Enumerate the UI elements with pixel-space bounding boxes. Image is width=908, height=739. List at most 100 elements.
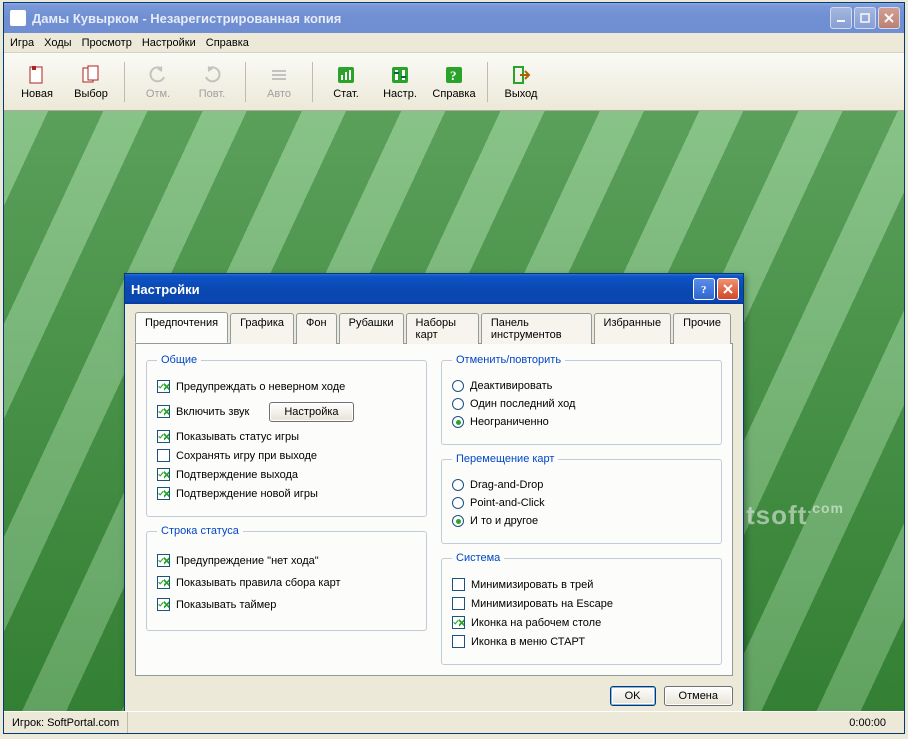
toolbar-separator <box>245 62 246 102</box>
toolbar-settings-button[interactable]: Настр. <box>375 59 425 105</box>
close-button[interactable] <box>878 7 900 29</box>
check-option-with-button: Включить звук Настройка <box>157 399 416 424</box>
toolbar-help-button[interactable]: ?Справка <box>429 59 479 105</box>
tab-strip: ПредпочтенияГрафикаФонРубашкиНаборы карт… <box>135 313 733 344</box>
radio-option[interactable]: Деактивировать <box>452 380 711 392</box>
check-option[interactable]: Показывать правила сбора карт <box>157 576 416 589</box>
check-option[interactable]: Подтверждение выхода <box>157 468 416 481</box>
sound-settings-button[interactable]: Настройка <box>269 402 353 422</box>
radio[interactable] <box>452 497 464 509</box>
checkbox[interactable] <box>157 554 170 567</box>
check-option[interactable]: Иконка на рабочем столе <box>452 616 711 629</box>
settings-dialog: Настройки ? ПредпочтенияГрафикаФонРубашк… <box>124 273 744 711</box>
ok-button[interactable]: OK <box>610 686 656 706</box>
toolbar-label: Справка <box>432 88 475 100</box>
dialog-help-button[interactable]: ? <box>693 278 715 300</box>
option-label: Сохранять игру при выходе <box>176 450 317 462</box>
checkbox[interactable] <box>452 635 465 648</box>
dialog-close-button[interactable] <box>717 278 739 300</box>
tab-4[interactable]: Наборы карт <box>406 313 479 344</box>
checkbox[interactable] <box>157 576 170 589</box>
check-option[interactable]: Минимизировать в трей <box>452 578 711 591</box>
radio[interactable] <box>452 380 464 392</box>
checkbox[interactable] <box>157 405 170 418</box>
radio-option[interactable]: Drag-and-Drop <box>452 479 711 491</box>
check-option[interactable]: Предупреждать о неверном ходе <box>157 380 416 393</box>
menu-help[interactable]: Справка <box>206 37 249 49</box>
tab-6[interactable]: Избранные <box>594 313 672 344</box>
check-option[interactable]: Предупреждение "нет хода" <box>157 554 416 567</box>
checkbox[interactable] <box>157 468 170 481</box>
radio-option[interactable]: Один последний ход <box>452 398 711 410</box>
toolbar-choose-button[interactable]: Выбор <box>66 59 116 105</box>
option-label: Подтверждение новой игры <box>176 488 318 500</box>
radio-option[interactable]: Point-and-Click <box>452 497 711 509</box>
group-cardmove-legend: Перемещение карт <box>452 453 558 465</box>
checkbox[interactable] <box>157 487 170 500</box>
option-label: Минимизировать в трей <box>471 579 593 591</box>
radio-option[interactable]: Неограниченно <box>452 416 711 428</box>
toolbar-new-game-button[interactable]: Новая <box>12 59 62 105</box>
option-label: Показывать таймер <box>176 599 276 611</box>
option-label: Drag-and-Drop <box>470 479 543 491</box>
toolbar-separator <box>124 62 125 102</box>
dialog-footer: OK Отмена <box>135 686 733 706</box>
option-label: Иконка в меню СТАРТ <box>471 636 585 648</box>
tab-3[interactable]: Рубашки <box>339 313 404 344</box>
check-option[interactable]: Подтверждение новой игры <box>157 487 416 500</box>
main-titlebar[interactable]: Дамы Кувырком - Незарегистрированная коп… <box>4 3 904 33</box>
tab-0[interactable]: Предпочтения <box>135 312 228 343</box>
preferences-left-col: Общие Предупреждать о неверном ходе Включ… <box>146 354 427 665</box>
toolbar-exit-button[interactable]: Выход <box>496 59 546 105</box>
check-option[interactable]: Иконка в меню СТАРТ <box>452 635 711 648</box>
menu-game[interactable]: Игра <box>10 37 34 49</box>
radio[interactable] <box>452 479 464 491</box>
menu-settings[interactable]: Настройки <box>142 37 196 49</box>
check-option[interactable]: Включить звук <box>157 405 249 418</box>
check-option[interactable]: Минимизировать на Escape <box>452 597 711 610</box>
radio[interactable] <box>452 398 464 410</box>
option-label: Point-and-Click <box>470 497 545 509</box>
tab-2[interactable]: Фон <box>296 313 337 344</box>
group-undo-legend: Отменить/повторить <box>452 354 565 366</box>
check-option[interactable]: Показывать статус игры <box>157 430 416 443</box>
cancel-button[interactable]: Отмена <box>664 686 733 706</box>
check-option[interactable]: Показывать таймер <box>157 598 416 611</box>
radio[interactable] <box>452 416 464 428</box>
toolbar-label: Новая <box>21 88 53 100</box>
tab-1[interactable]: Графика <box>230 313 294 344</box>
minimize-button[interactable] <box>830 7 852 29</box>
tab-7[interactable]: Прочие <box>673 313 731 344</box>
group-undo: Отменить/повторить Деактивировать Один по… <box>441 354 722 445</box>
toolbar-label: Авто <box>267 88 291 100</box>
toolbar-label: Выход <box>505 88 538 100</box>
checkbox[interactable] <box>157 598 170 611</box>
toolbar-auto-button: Авто <box>254 59 304 105</box>
menu-moves[interactable]: Ходы <box>44 37 71 49</box>
check-option[interactable]: Сохранять игру при выходе <box>157 449 416 462</box>
dialog-titlebar[interactable]: Настройки ? <box>125 274 743 304</box>
maximize-button[interactable] <box>854 7 876 29</box>
preferences-right-col: Отменить/повторить Деактивировать Один по… <box>441 354 722 665</box>
auto-icon <box>268 64 290 86</box>
option-label: Иконка на рабочем столе <box>471 617 601 629</box>
settings-icon <box>389 64 411 86</box>
group-general-legend: Общие <box>157 354 201 366</box>
redo-icon <box>201 64 223 86</box>
checkbox[interactable] <box>452 616 465 629</box>
checkbox[interactable] <box>157 449 170 462</box>
menu-view[interactable]: Просмотр <box>82 37 132 49</box>
toolbar-stats-button[interactable]: Стат. <box>321 59 371 105</box>
tab-5[interactable]: Панель инструментов <box>481 313 592 344</box>
checkbox[interactable] <box>157 430 170 443</box>
radio[interactable] <box>452 515 464 527</box>
tab-panel-preferences: Общие Предупреждать о неверном ходе Включ… <box>135 343 733 676</box>
undo-icon <box>147 64 169 86</box>
checkbox[interactable] <box>452 578 465 591</box>
checkbox[interactable] <box>157 380 170 393</box>
option-label: Неограниченно <box>470 416 549 428</box>
menubar: Игра Ходы Просмотр Настройки Справка <box>4 33 904 53</box>
radio-option[interactable]: И то и другое <box>452 515 711 527</box>
option-label: Подтверждение выхода <box>176 469 298 481</box>
checkbox[interactable] <box>452 597 465 610</box>
